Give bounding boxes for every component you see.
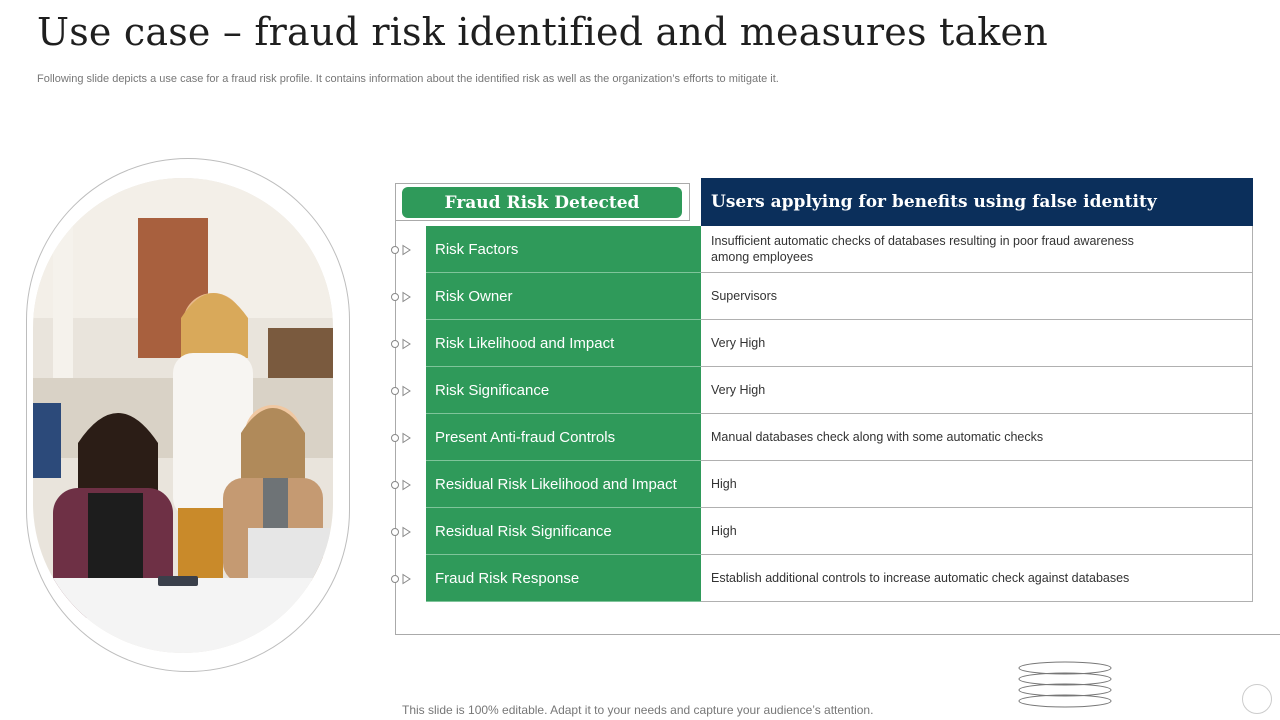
table-row: Fraud Risk Response Establish additional… — [426, 555, 1253, 602]
page-subtitle: Following slide depicts a use case for a… — [37, 73, 779, 85]
row-label: Residual Risk Likelihood and Impact — [426, 461, 701, 508]
risk-description-header: Users applying for benefits using false … — [701, 178, 1253, 226]
row-bullet-icon — [391, 291, 411, 303]
row-value: Very High — [701, 320, 1253, 367]
row-value: Establish additional controls to increas… — [701, 555, 1253, 602]
row-label: Risk Significance — [426, 367, 701, 414]
table-row: Risk Factors Insufficient automatic chec… — [426, 226, 1253, 273]
row-label: Risk Likelihood and Impact — [426, 320, 701, 367]
page-title: Use case – fraud risk identified and mea… — [37, 10, 1048, 54]
row-value: Manual databases check along with some a… — [701, 414, 1253, 461]
corner-circle-decoration — [1242, 684, 1272, 714]
table-row: Residual Risk Likelihood and Impact High — [426, 461, 1253, 508]
row-label: Risk Owner — [426, 273, 701, 320]
fraud-risk-detected-header: Fraud Risk Detected — [402, 187, 682, 218]
table-row: Risk Likelihood and Impact Very High — [426, 320, 1253, 367]
table-row: Risk Significance Very High — [426, 367, 1253, 414]
team-photo — [33, 178, 333, 653]
row-value: Very High — [701, 367, 1253, 414]
row-value: High — [701, 508, 1253, 555]
row-value: Insufficient automatic checks of databas… — [701, 226, 1253, 273]
row-label: Residual Risk Significance — [426, 508, 701, 555]
coil-decoration-icon — [1018, 661, 1112, 708]
row-value: Supervisors — [701, 273, 1253, 320]
row-label: Risk Factors — [426, 226, 701, 273]
footer-note: This slide is 100% editable. Adapt it to… — [402, 703, 874, 717]
row-bullet-icon — [391, 338, 411, 350]
row-label: Fraud Risk Response — [426, 555, 701, 602]
row-bullet-icon — [391, 385, 411, 397]
table-row: Residual Risk Significance High — [426, 508, 1253, 555]
bracket-bottom-line — [395, 634, 1280, 635]
row-value: High — [701, 461, 1253, 508]
row-bullet-icon — [391, 573, 411, 585]
table-row: Present Anti-fraud Controls Manual datab… — [426, 414, 1253, 461]
row-bullet-icon — [391, 244, 411, 256]
table-row: Risk Owner Supervisors — [426, 273, 1253, 320]
row-bullet-icon — [391, 479, 411, 491]
row-label: Present Anti-fraud Controls — [426, 414, 701, 461]
row-bullet-icon — [391, 432, 411, 444]
risk-table: Risk Factors Insufficient automatic chec… — [426, 226, 1253, 602]
row-bullet-icon — [391, 526, 411, 538]
